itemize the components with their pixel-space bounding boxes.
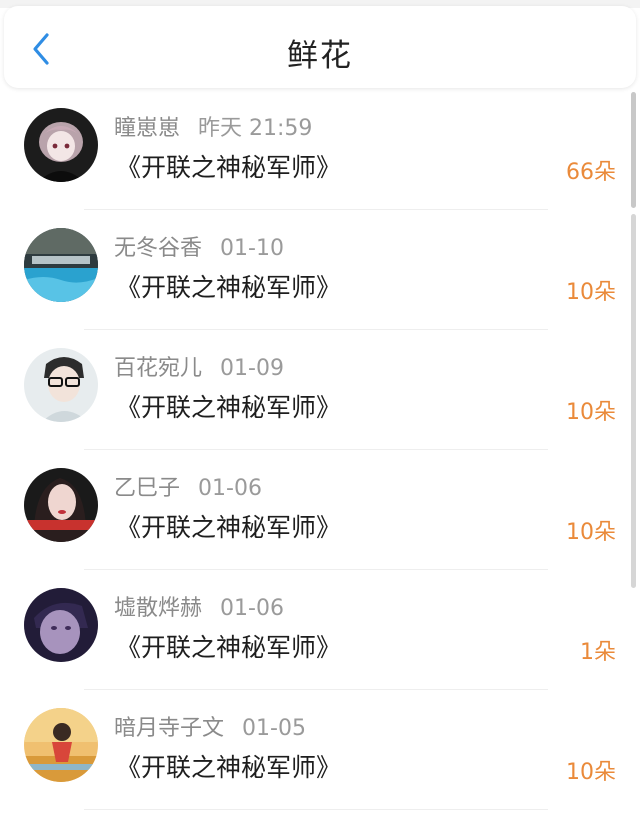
book-title[interactable]: 《开联之神秘军师》	[116, 268, 341, 304]
user-name: 无冬谷香	[114, 236, 203, 261]
item-meta: 墟散烨赫 01-06	[114, 590, 284, 622]
item-meta: 百花宛儿 01-09	[114, 350, 284, 382]
item-meta: 无冬谷香 01-10	[114, 230, 284, 262]
book-title[interactable]: 《开联之神秘军师》	[116, 748, 341, 784]
date-text: 01-05	[242, 716, 306, 741]
flower-count: 10朵	[566, 760, 616, 785]
flower-count: 10朵	[566, 280, 616, 305]
list-item[interactable]: 墟散烨赫 01-06 《开联之神秘军师》 1朵	[0, 570, 640, 690]
scrollbar-track[interactable]	[631, 214, 636, 588]
item-meta: 暗月寺子文 01-05	[114, 710, 306, 742]
scrollbar-thumb[interactable]	[631, 92, 636, 208]
item-meta: 乙巳子 01-06	[114, 470, 262, 502]
avatar[interactable]	[24, 588, 98, 662]
list-item[interactable]: 暗月寺子文 01-05 《开联之神秘军师》 10朵	[0, 690, 640, 810]
page-title: 鲜花	[287, 38, 353, 74]
nav-header: 鲜花	[4, 6, 636, 88]
date-text: 01-06	[220, 596, 284, 621]
flower-count: 66朵	[566, 160, 616, 185]
avatar[interactable]	[24, 468, 98, 542]
list-item[interactable]: 乙巳子 01-06 《开联之神秘军师》 10朵	[0, 450, 640, 570]
avatar[interactable]	[24, 108, 98, 182]
avatar[interactable]	[24, 708, 98, 782]
date-text: 昨天 21:59	[198, 116, 313, 141]
flower-count: 10朵	[566, 520, 616, 545]
flower-count: 1朵	[580, 640, 616, 665]
flower-list: 瞳崽崽 昨天 21:59 《开联之神秘军师》 66朵 无冬谷香 01-10 《开…	[0, 90, 640, 810]
divider	[84, 809, 548, 810]
list-item[interactable]: 瞳崽崽 昨天 21:59 《开联之神秘军师》 66朵	[0, 90, 640, 210]
avatar[interactable]	[24, 228, 98, 302]
book-title[interactable]: 《开联之神秘军师》	[116, 628, 341, 664]
user-name: 暗月寺子文	[114, 716, 225, 741]
book-title[interactable]: 《开联之神秘军师》	[116, 388, 341, 424]
user-name: 百花宛儿	[114, 356, 203, 381]
user-name: 瞳崽崽	[114, 116, 181, 141]
user-name: 墟散烨赫	[114, 596, 203, 621]
avatar[interactable]	[24, 348, 98, 422]
list-item[interactable]: 百花宛儿 01-09 《开联之神秘军师》 10朵	[0, 330, 640, 450]
book-title[interactable]: 《开联之神秘军师》	[116, 148, 341, 184]
user-name: 乙巳子	[114, 476, 181, 501]
date-text: 01-09	[220, 356, 284, 381]
list-item[interactable]: 无冬谷香 01-10 《开联之神秘军师》 10朵	[0, 210, 640, 330]
item-meta: 瞳崽崽 昨天 21:59	[114, 110, 312, 142]
date-text: 01-10	[220, 236, 284, 261]
book-title[interactable]: 《开联之神秘军师》	[116, 508, 341, 544]
flowers-page: 鲜花 瞳崽崽 昨天 21:59 《开联之神秘军师》 66朵 无冬谷香 01-10…	[0, 0, 640, 833]
date-text: 01-06	[198, 476, 262, 501]
flower-count: 10朵	[566, 400, 616, 425]
